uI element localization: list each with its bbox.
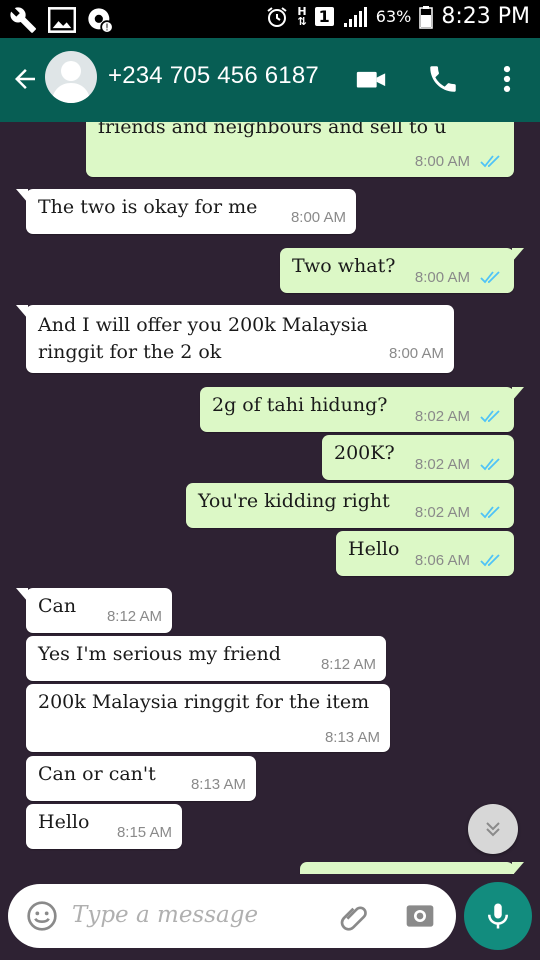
message-bubble-incoming[interactable]: Hello 8:15 AM: [26, 804, 182, 849]
message-text: And I will offer you 200k Malaysia ringg…: [38, 314, 368, 363]
message-bubble-incoming[interactable]: Can 8:12 AM: [16, 588, 172, 633]
message-text: The two is okay for me: [38, 196, 258, 218]
scroll-down-icon: [486, 822, 500, 837]
message-bubble-incoming[interactable]: Yes I'm serious my friend 8:12 AM: [26, 636, 386, 681]
battery-icon: [419, 5, 434, 29]
read-ticks-icon: [480, 271, 500, 284]
message-time: 8:02 AM: [414, 408, 470, 425]
message-time: 8:12 AM: [106, 608, 162, 625]
image-icon: [48, 7, 76, 33]
status-bar: ! H ⇅ 1 63% 8:23 PM: [0, 0, 540, 38]
status-time: 8:23 PM: [441, 4, 530, 29]
message-text: Can: [38, 595, 77, 617]
message-bubble-incoming[interactable]: The two is okay for me 8:00 AM: [16, 189, 356, 234]
message-text: 200K?: [334, 442, 395, 464]
alarm-icon: [267, 6, 288, 27]
mic-button[interactable]: [464, 882, 532, 950]
message-bubble-incoming[interactable]: Can or can't 8:13 AM: [26, 756, 256, 801]
message-bubble-outgoing[interactable]: Hello 8:06 AM: [336, 531, 514, 576]
message-bubble-incoming[interactable]: And I will offer you 200k Malaysia ringg…: [16, 305, 454, 373]
message-time: 8:00 AM: [388, 345, 444, 362]
network-indicator: H ⇅: [297, 4, 307, 28]
message-text: Hello: [348, 538, 400, 560]
video-call-icon[interactable]: [354, 62, 388, 96]
message-list[interactable]: friends and neighbours and sell to u 8:0…: [0, 122, 540, 874]
back-arrow-icon[interactable]: [10, 64, 40, 94]
message-text: Hello: [38, 811, 90, 833]
message-text: friends and neighbours and sell to u: [98, 122, 447, 138]
chat-header: +234 705 456 6187: [0, 38, 540, 122]
message-time: 8:00 AM: [290, 209, 346, 226]
emoji-icon[interactable]: [26, 900, 58, 932]
message-time: 8:00 AM: [414, 269, 470, 286]
message-time: 8:02 AM: [414, 456, 470, 473]
message-text: You're kidding right: [198, 490, 390, 512]
message-bubble-outgoing[interactable]: [300, 862, 524, 874]
message-time: 8:06 AM: [414, 552, 470, 569]
message-time: 8:12 AM: [320, 656, 376, 673]
message-text: Two what?: [292, 255, 396, 277]
message-time: 8:13 AM: [324, 729, 380, 746]
message-text: 2g of tahi hidung?: [212, 394, 388, 416]
message-time: 8:02 AM: [414, 504, 470, 521]
message-time: 8:00 AM: [414, 153, 470, 170]
avatar-icon[interactable]: [45, 51, 97, 103]
attach-icon[interactable]: [338, 900, 370, 932]
read-ticks-icon: [480, 155, 500, 168]
message-bubble-outgoing[interactable]: Two what? 8:00 AM: [280, 248, 524, 293]
message-text: 200k Malaysia ringgit for the item: [38, 691, 370, 713]
message-bubble-outgoing[interactable]: You're kidding right 8:02 AM: [186, 483, 514, 528]
message-time: 8:13 AM: [190, 776, 246, 793]
wrench-icon: [10, 7, 37, 33]
message-input[interactable]: Type a message: [72, 902, 258, 928]
battery-percent: 63%: [375, 7, 412, 26]
contact-name[interactable]: +234 705 456 6187: [108, 62, 319, 90]
settings-icon: !: [88, 8, 114, 34]
read-ticks-icon: [480, 458, 500, 471]
signal-icon: [343, 6, 367, 27]
message-composer[interactable]: Type a message: [8, 884, 456, 948]
read-ticks-icon: [480, 554, 500, 567]
message-bubble-outgoing[interactable]: 200K? 8:02 AM: [322, 435, 514, 480]
read-ticks-icon: [480, 506, 500, 519]
more-icon[interactable]: [490, 62, 524, 96]
mic-icon: [488, 903, 508, 929]
camera-icon[interactable]: [404, 900, 436, 932]
message-text: Can or can't: [38, 763, 156, 785]
scroll-down-button[interactable]: [468, 804, 518, 854]
phone-icon[interactable]: [426, 62, 460, 96]
svg-text:!: !: [105, 23, 109, 34]
message-text: Yes I'm serious my friend: [38, 643, 281, 665]
sim-badge: 1: [314, 7, 334, 26]
message-time: 8:15 AM: [116, 824, 172, 841]
message-bubble-incoming[interactable]: 200k Malaysia ringgit for the item 8:13 …: [26, 684, 390, 752]
read-ticks-icon: [480, 410, 500, 423]
message-bubble-outgoing[interactable]: 2g of tahi hidung? 8:02 AM: [200, 387, 524, 432]
message-bubble-outgoing[interactable]: friends and neighbours and sell to u 8:0…: [86, 122, 514, 177]
